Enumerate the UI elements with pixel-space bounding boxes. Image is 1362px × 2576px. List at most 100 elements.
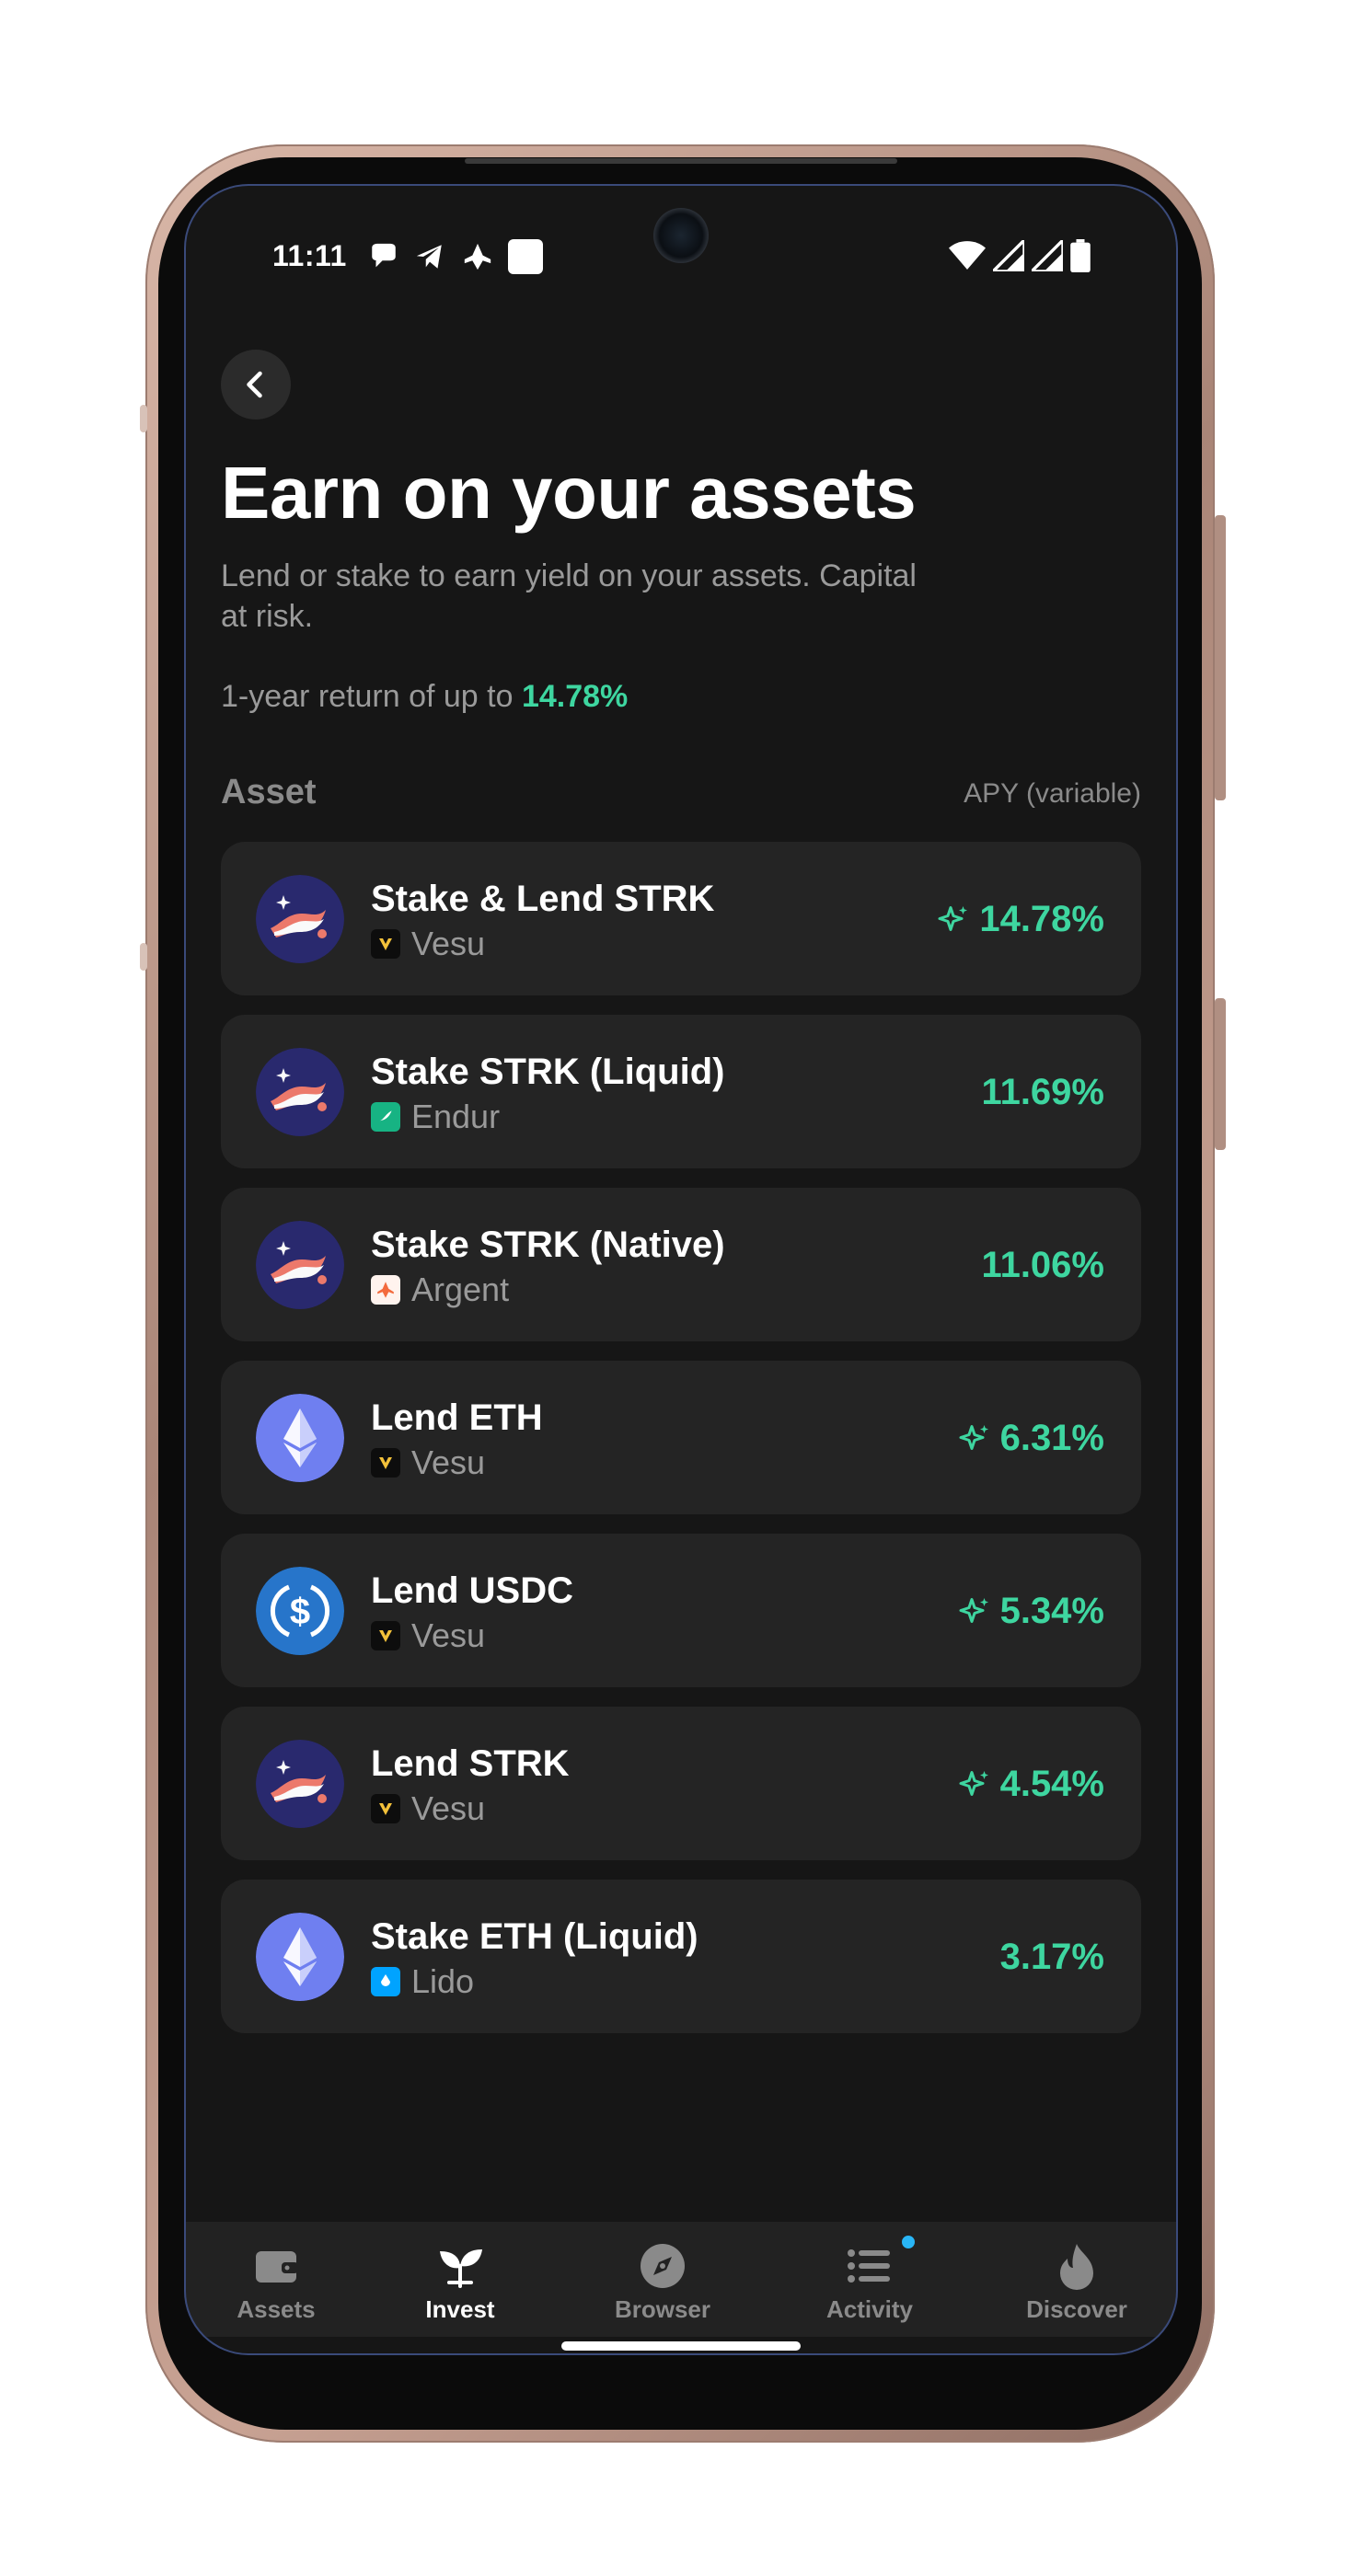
sparkle-icon (959, 1770, 988, 1796)
earn-option-row[interactable]: Stake STRK (Liquid) Endur 11.69% (221, 1015, 1141, 1168)
signal-icon (1032, 240, 1063, 271)
strk-icon (256, 1048, 344, 1136)
apy-value: 5.34% (958, 1591, 1104, 1632)
back-button[interactable] (221, 350, 291, 420)
option-name: Lend STRK (371, 1743, 570, 1784)
apy-percent: 5.34% (999, 1591, 1104, 1631)
vesu-icon (371, 1448, 400, 1478)
option-name: Stake & Lend STRK (371, 879, 715, 919)
nav-browser[interactable]: Browser (571, 2222, 755, 2337)
max-return-label: 1-year return of up to (221, 679, 522, 714)
vesu-icon (371, 929, 400, 959)
earn-option-row[interactable]: $ Lend USDC Vesu 5.34% (221, 1534, 1141, 1687)
eth-icon (256, 1394, 344, 1482)
wallet-icon (256, 2251, 298, 2283)
strk-icon (256, 875, 344, 963)
provider-name: Vesu (411, 925, 486, 962)
notification-icons (368, 239, 543, 274)
provider: Vesu (371, 1616, 485, 1655)
option-name: Lend USDC (371, 1570, 573, 1611)
strk-icon (256, 1221, 344, 1309)
apy-value: 14.78% (937, 899, 1104, 940)
lido-icon (371, 1967, 400, 1996)
provider: Vesu (371, 925, 485, 963)
apy-percent: 3.17% (999, 1937, 1104, 1977)
provider-name: Endur (411, 1098, 501, 1135)
earpiece-slit (465, 158, 897, 164)
earn-option-row[interactable]: Lend ETH Vesu 6.31% (221, 1361, 1141, 1514)
argent-icon (371, 1275, 400, 1305)
provider: Vesu (371, 1789, 485, 1828)
compass-icon (641, 2244, 685, 2288)
nav-label: Invest (425, 2295, 495, 2323)
apy-value: 11.06% (982, 1245, 1104, 1286)
option-name: Stake ETH (Liquid) (371, 1916, 698, 1957)
strk-icon (256, 1740, 344, 1828)
nav-invest[interactable]: Invest (368, 2222, 552, 2337)
sparkle-icon (959, 1424, 988, 1450)
usdc-icon: $ (256, 1567, 344, 1655)
provider-name: Argent (411, 1271, 510, 1308)
notification-badge (899, 2233, 918, 2251)
apy-value: 3.17% (1000, 1937, 1104, 1978)
vesu-icon (371, 1621, 400, 1650)
svg-text:$: $ (290, 1592, 310, 1632)
list-header: Asset APY (variable) (221, 773, 1141, 813)
apy-column-header: APY (variable) (964, 778, 1141, 809)
home-indicator[interactable] (561, 2341, 801, 2351)
provider: Argent (371, 1271, 509, 1309)
provider-name: Vesu (411, 1616, 486, 1654)
provider: Lido (371, 1962, 474, 2001)
chat-bubble-icon (372, 243, 396, 268)
status-time: 11:11 (272, 239, 347, 272)
eth-icon (256, 1913, 344, 2001)
telegram-icon (416, 245, 442, 269)
vesu-icon (371, 1794, 400, 1823)
sparkle-icon (959, 1597, 988, 1623)
provider-name: Lido (411, 1962, 475, 2000)
argent-icon (464, 243, 491, 270)
option-name: Stake STRK (Native) (371, 1225, 725, 1265)
earn-option-row[interactable]: Lend STRK Vesu 4.54% (221, 1707, 1141, 1860)
nav-label: Browser (614, 2295, 711, 2323)
chevron-left-icon (247, 371, 262, 398)
provider: Endur (371, 1098, 500, 1136)
nav-label: Discover (1026, 2295, 1127, 2323)
nav-label: Assets (237, 2295, 316, 2323)
page-subtitle: Lend or stake to earn yield on your asse… (221, 558, 917, 634)
max-return-line: 1-year return of up to 14.78% (221, 679, 628, 715)
system-icons (949, 239, 1091, 272)
nav-assets[interactable]: Assets (184, 2222, 368, 2337)
endur-icon (371, 1102, 400, 1132)
apy-percent: 11.69% (981, 1072, 1104, 1112)
volume-button (1215, 515, 1226, 800)
signal-icon (993, 240, 1024, 271)
option-name: Lend ETH (371, 1397, 543, 1438)
power-button (1215, 998, 1226, 1150)
apy-value: 11.69% (982, 1072, 1104, 1113)
page-title: Earn on your assets (221, 452, 917, 534)
earn-option-row[interactable]: Stake ETH (Liquid) Lido 3.17% (221, 1880, 1141, 2033)
apy-value: 6.31% (958, 1418, 1104, 1459)
apy-percent: 4.54% (999, 1764, 1104, 1804)
wifi-icon (949, 241, 986, 270)
sparkle-icon (938, 905, 968, 931)
sprout-icon (440, 2249, 482, 2288)
apy-percent: 14.78% (979, 899, 1104, 939)
apy-percent: 11.06% (981, 1245, 1104, 1285)
provider: Vesu (371, 1443, 485, 1482)
nav-discover[interactable]: Discover (985, 2222, 1169, 2337)
screen: 11:11 Earn on your assets Lend or stake … (184, 184, 1178, 2355)
asset-column-header: Asset (221, 773, 317, 811)
earn-option-row[interactable]: Stake & Lend STRK Vesu 14.78% (221, 842, 1141, 995)
flame-icon (1060, 2244, 1093, 2290)
nav-activity[interactable]: Activity (778, 2222, 962, 2337)
apy-percent: 6.31% (999, 1418, 1104, 1458)
square-app-icon (508, 239, 543, 274)
earn-option-row[interactable]: Stake STRK (Native) Argent 11.06% (221, 1188, 1141, 1341)
bottom-nav: Assets Invest Browser Activity Discover (184, 2222, 1178, 2337)
option-name: Stake STRK (Liquid) (371, 1052, 725, 1092)
list-icon (848, 2249, 890, 2283)
earn-options-list: Stake & Lend STRK Vesu 14.78% Stake STRK… (221, 842, 1141, 2053)
battery-icon (1070, 239, 1091, 272)
